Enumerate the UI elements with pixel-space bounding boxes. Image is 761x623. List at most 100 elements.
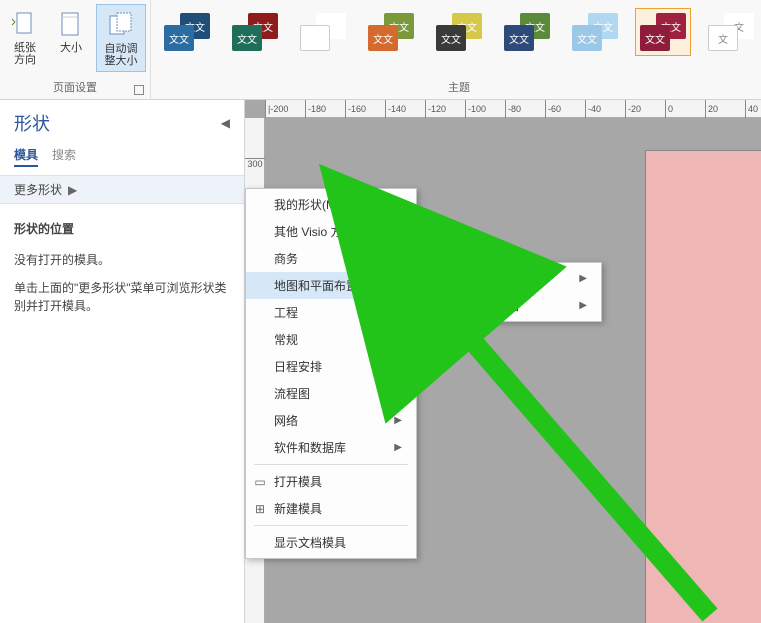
theme-front-shape: 文文 bbox=[164, 25, 194, 51]
chevron-right-icon: ▶ bbox=[579, 273, 587, 284]
autofit-icon bbox=[105, 9, 137, 41]
menu-item[interactable]: 我的形状(M) ▶ bbox=[246, 191, 416, 218]
theme-swatch-2[interactable] bbox=[295, 8, 351, 56]
chevron-right-icon: ▶ bbox=[394, 226, 402, 237]
theme-front-shape: 文文 bbox=[436, 25, 466, 51]
orientation-button[interactable]: 纸张方向 bbox=[4, 4, 46, 70]
more-shapes-label: 更多形状 bbox=[14, 181, 62, 198]
chevron-right-icon: ▶ bbox=[68, 183, 77, 197]
menu-item-label: 商务 bbox=[274, 250, 298, 267]
shapes-header: 形状 ◀ bbox=[0, 100, 244, 142]
size-icon bbox=[55, 8, 87, 40]
chevron-right-icon: ▶ bbox=[394, 442, 402, 453]
menu-item[interactable]: ▭打开模具 bbox=[246, 468, 416, 495]
ruler-h-tick: -180 bbox=[305, 100, 326, 118]
menu-item-label: 其他 Visio 方案 bbox=[274, 223, 354, 240]
ruler-h-tick: 0 bbox=[665, 100, 673, 118]
new-stencil-icon: ⊞ bbox=[252, 501, 268, 517]
menu-item-label: 常规 bbox=[274, 331, 298, 348]
theme-swatch-6[interactable]: 文文文文 bbox=[567, 8, 623, 56]
size-label: 大小 bbox=[60, 42, 82, 54]
orientation-label: 纸张方向 bbox=[10, 42, 40, 66]
shapes-body: 形状的位置 没有打开的模具。 单击上面的"更多形状"菜单可浏览形状类别并打开模具… bbox=[0, 204, 244, 341]
size-button[interactable]: 大小 bbox=[50, 4, 92, 58]
menu-item[interactable]: 其他 Visio 方案 ▶ bbox=[246, 218, 416, 245]
shapes-title: 形状 bbox=[14, 110, 50, 136]
tab-search[interactable]: 搜索 bbox=[52, 146, 76, 167]
ruler-h-tick: -60 bbox=[545, 100, 561, 118]
page-setup-label-text: 页面设置 bbox=[53, 82, 97, 94]
menu-item[interactable]: 流程图 ▶ bbox=[246, 380, 416, 407]
chevron-right-icon: ▶ bbox=[394, 199, 402, 210]
theme-front-shape: 文文 bbox=[640, 25, 670, 51]
more-shapes-menu: 我的形状(M)▶其他 Visio 方案▶商务▶地图和平面布置图▶工程▶常规▶日程… bbox=[245, 188, 417, 559]
menu-item[interactable]: 软件和数据库 ▶ bbox=[246, 434, 416, 461]
menu-item[interactable]: 工程 ▶ bbox=[246, 299, 416, 326]
chevron-right-icon: ▶ bbox=[394, 307, 402, 318]
theme-swatch-7[interactable]: 文文文文 bbox=[635, 8, 691, 56]
theme-swatch-4[interactable]: 文文文文 bbox=[431, 8, 487, 56]
menu-item[interactable]: 日程安排▶ bbox=[246, 353, 416, 380]
menu-item[interactable]: 地图 ▶ bbox=[431, 265, 601, 292]
chevron-right-icon: ▶ bbox=[394, 415, 402, 426]
theme-front-shape: 文文 bbox=[504, 25, 534, 51]
theme-swatch-3[interactable]: 文文文文 bbox=[363, 8, 419, 56]
menu-item-label: 流程图 bbox=[274, 385, 310, 402]
menu-item[interactable]: 商务 ▶ bbox=[246, 245, 416, 272]
chevron-right-icon: ▶ bbox=[394, 280, 402, 291]
shapes-pane: 形状 ◀ 模具 搜索 更多形状 ▶ 形状的位置 没有打开的模具。 单击上面的"更… bbox=[0, 100, 245, 623]
menu-item[interactable]: 常规▶ bbox=[246, 326, 416, 353]
page-setup-group: 纸张方向 大小 自动调整大小 页面设置 bbox=[0, 0, 151, 99]
autofit-button[interactable]: 自动调整大小 bbox=[96, 4, 146, 72]
menu-item[interactable]: 显示文档模具 bbox=[246, 529, 416, 556]
ruler-h-tick: 20 bbox=[705, 100, 718, 118]
ruler-h-tick: -100 bbox=[465, 100, 486, 118]
chevron-right-icon: ▶ bbox=[394, 388, 402, 399]
ruler-h-tick: 40 bbox=[745, 100, 758, 118]
chevron-right-icon: ▶ bbox=[579, 300, 587, 311]
theme-front-shape bbox=[300, 25, 330, 51]
menu-item[interactable]: ⊞ 新建模具 bbox=[246, 495, 416, 522]
theme-front-shape: 文 bbox=[708, 25, 738, 51]
horizontal-ruler: |-200-180-160-140-120-100-80-60-40-20020… bbox=[265, 100, 761, 118]
ruler-v-tick: 300 bbox=[245, 158, 265, 169]
theme-swatch-0[interactable]: 文文文文 bbox=[159, 8, 215, 56]
theme-swatch-1[interactable]: 文文文文 bbox=[227, 8, 283, 56]
more-shapes-button[interactable]: 更多形状 ▶ bbox=[0, 175, 244, 204]
menu-item-label: 日程安排 bbox=[274, 358, 322, 375]
menu-item-label: 工程 bbox=[274, 304, 298, 321]
shapes-collapse-icon[interactable]: ◀ bbox=[221, 116, 230, 130]
menu-item[interactable]: 网络 ▶ bbox=[246, 407, 416, 434]
chevron-right-icon: ▶ bbox=[394, 253, 402, 264]
menu-item-label: 地图 bbox=[459, 270, 483, 287]
themes-group: 文文文文文文文文文文文文文文文文文文文文文文文文文文文文文文 主题 bbox=[151, 0, 761, 99]
theme-front-shape: 文文 bbox=[368, 25, 398, 51]
theme-swatch-5[interactable]: 文文文文 bbox=[499, 8, 555, 56]
menu-item-label: 网络 bbox=[274, 412, 298, 429]
ruler-h-tick: -120 bbox=[425, 100, 446, 118]
drawing-page[interactable] bbox=[645, 150, 761, 623]
ruler-h-tick: -20 bbox=[625, 100, 641, 118]
themes-label-text: 主题 bbox=[448, 82, 470, 94]
orientation-icon bbox=[9, 8, 41, 40]
menu-item-label: 打开模具 bbox=[274, 473, 322, 490]
maps-floorplan-submenu: 地图▶建筑设计图▶ bbox=[430, 262, 602, 322]
ribbon: 纸张方向 大小 自动调整大小 页面设置 文文文文文文文文文文文文文文文文文文文文… bbox=[0, 0, 761, 100]
menu-item-label: 软件和数据库 bbox=[274, 439, 346, 456]
tab-stencils[interactable]: 模具 bbox=[14, 146, 38, 167]
ruler-h-tick: |-200 bbox=[265, 100, 288, 118]
menu-item-label: 显示文档模具 bbox=[274, 534, 346, 551]
menu-item-label: 我的形状(M) bbox=[274, 196, 340, 213]
ruler-h-tick: -140 bbox=[385, 100, 406, 118]
page-setup-launcher-icon[interactable] bbox=[134, 85, 144, 95]
ruler-h-tick: -40 bbox=[585, 100, 601, 118]
theme-front-shape: 文文 bbox=[232, 25, 262, 51]
shapes-location-heading: 形状的位置 bbox=[14, 220, 230, 237]
menu-separator bbox=[254, 464, 408, 465]
themes-group-label: 主题 bbox=[155, 77, 761, 97]
menu-item-label: 新建模具 bbox=[274, 500, 322, 517]
ruler-h-tick: -80 bbox=[505, 100, 521, 118]
menu-item[interactable]: 地图和平面布置图▶ bbox=[246, 272, 416, 299]
menu-item[interactable]: 建筑设计图▶ bbox=[431, 292, 601, 319]
theme-swatch-8[interactable]: 文文 bbox=[703, 8, 759, 56]
